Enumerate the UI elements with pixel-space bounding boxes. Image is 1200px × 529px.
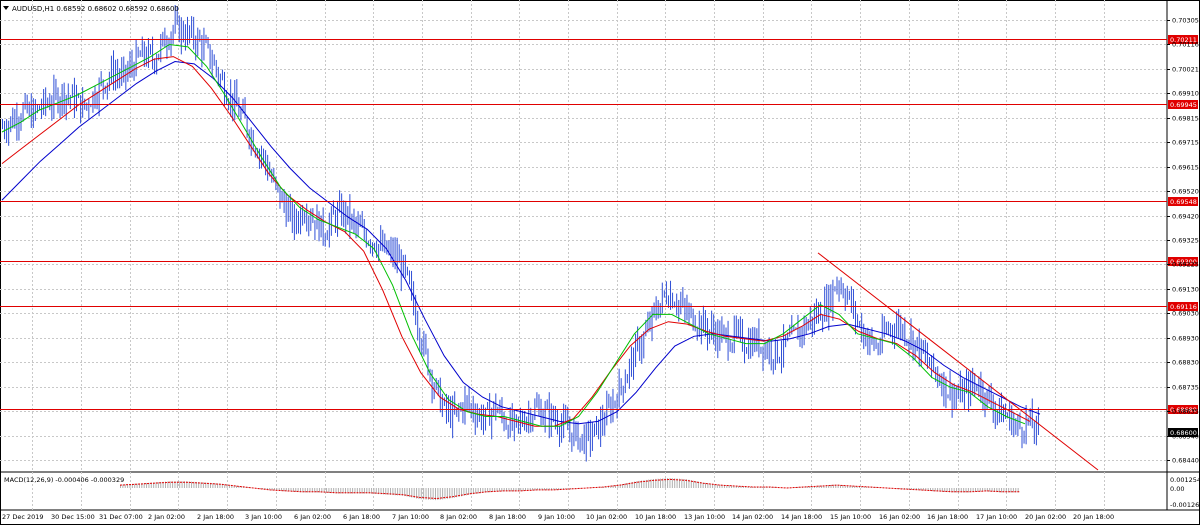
macd-axis-bottom: -0.00126 [1170,501,1199,509]
level-price-label: 0.69945 [1170,101,1197,109]
time-tick-label: 3 Jan 10:00 [245,513,282,521]
price-tick-label: 0.69420 [1172,213,1199,221]
price-tick-label: 0.70305 [1172,17,1199,25]
price-tick-label: 0.69910 [1172,90,1199,98]
price-tick-label: 0.69615 [1172,164,1199,172]
price-tick-label: 0.69520 [1172,188,1199,196]
time-tick-label: 16 Jan 18:00 [927,513,968,521]
macd-axis-top: 0.001254 [1170,476,1200,484]
price-tick-label: 0.69325 [1172,237,1199,245]
time-axis: 27 Dec 2019 30 Dec 15:00 31 Dec 07:00 2 Jan… [2,513,1114,521]
time-tick-label: 16 Jan 02:00 [879,513,920,521]
price-chart-canvas[interactable]: 0.702110.699450.695480.693000.691160.686… [0,0,1200,525]
current-price-label: 0.68600 [1170,429,1197,437]
price-tick-label: 0.68930 [1172,335,1199,343]
time-tick-label: 7 Jan 10:00 [392,513,429,521]
time-tick-label: 20 Jan 18:00 [1073,513,1114,521]
price-tick-label: 0.68440 [1172,457,1199,465]
time-tick-label: 13 Jan 10:00 [684,513,725,521]
price-tick-label: 0.68735 [1172,384,1199,392]
time-tick-label: 2 Jan 18:00 [197,513,234,521]
time-tick-label: 10 Jan 18:00 [635,513,676,521]
time-tick-label: 15 Jan 10:00 [830,513,871,521]
time-tick-label: 9 Jan 10:00 [538,513,575,521]
time-tick-label: 20 Jan 02:00 [1025,513,1066,521]
time-tick-label: 8 Jan 18:00 [489,513,526,521]
price-tick-label: 0.70021 [1172,66,1199,74]
trading-chart-window[interactable]: 0.70211 0.69945 0.69548 0.69300 0.69116 0.686… [0,0,1200,525]
price-tick-label: 0.69815 [1172,115,1199,123]
price-tick-label: 0.70116 [1172,41,1199,49]
time-tick-label: 17 Jan 10:00 [976,513,1017,521]
time-tick-label: 2 Jan 02:00 [148,513,185,521]
chart-frame [0,0,1200,525]
macd-axis-zero: 0.00 [1170,485,1184,493]
time-tick-label: 27 Dec 2019 [2,513,44,521]
time-tick-label: 14 Jan 02:00 [732,513,773,521]
time-tick-label: 6 Jan 18:00 [343,513,380,521]
price-tick-label: 0.68635 [1172,408,1199,416]
time-tick-label: 31 Dec 07:00 [99,513,143,521]
price-tick-label: 0.69130 [1172,286,1199,294]
price-tick-label: 0.69225 [1172,261,1199,269]
time-tick-label: 6 Jan 02:00 [294,513,331,521]
price-tick-label: 0.69030 [1172,310,1199,318]
time-tick-label: 30 Dec 15:00 [51,513,95,521]
time-tick-label: 8 Jan 02:00 [440,513,477,521]
level-price-label: 0.69548 [1170,198,1197,206]
macd-label: MACD(12,26,9) -0.000406 -0.000329 [4,476,124,484]
symbol-title: AUDUSD,H1 0.68592 0.68602 0.68592 0.6860… [12,5,179,13]
time-tick-label: 10 Jan 02:00 [586,513,627,521]
price-tick-label: 0.68830 [1172,359,1199,367]
price-tick-label: 0.69715 [1172,139,1199,147]
time-tick-label: 14 Jan 18:00 [781,513,822,521]
